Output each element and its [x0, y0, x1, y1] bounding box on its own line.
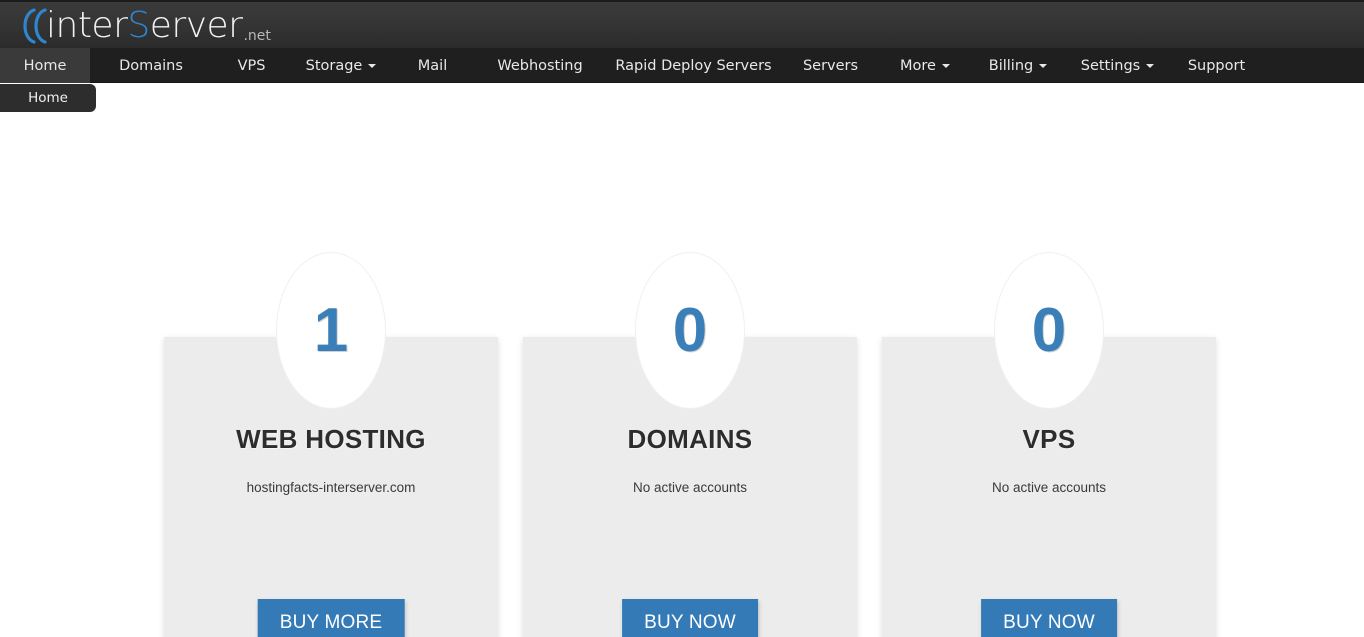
chevron-down-icon — [941, 63, 950, 68]
logo-text-erver: erver — [149, 5, 243, 46]
nav-item-label: Home — [23, 57, 67, 74]
nav-item-label: Servers — [802, 57, 859, 74]
logo-arcs-icon — [14, 6, 48, 46]
nav-item-label: Domains — [119, 57, 183, 74]
nav-item-vps[interactable]: VPS — [212, 48, 291, 83]
card-title-vps: VPS — [1022, 424, 1076, 454]
nav-item-storage[interactable]: Storage — [291, 48, 391, 83]
logo-text-s: S — [127, 5, 150, 46]
interserver-logo[interactable]: inter S erver .net — [14, 3, 271, 48]
nav-item-label: VPS — [237, 57, 266, 74]
nav-item-label: Settings — [1080, 57, 1141, 74]
card-subtitle-web-hosting: hostingfacts-interserver.com — [246, 480, 416, 495]
dashboard-cards: WEB HOSTING hostingfacts-interserver.com B… — [0, 115, 1364, 637]
chevron-down-icon — [1146, 63, 1155, 68]
main-navigation: Home Domains VPS Storage Mail Webhosting Rapid… — [0, 48, 1364, 83]
nav-item-servers[interactable]: Servers — [781, 48, 880, 83]
nav-item-home[interactable]: Home — [0, 48, 90, 83]
logo-text-inter: inter — [46, 5, 128, 46]
count-bubble-vps: 0 — [995, 253, 1103, 408]
buy-button-domains[interactable]: BUY NOW — [622, 599, 758, 637]
nav-item-rapid-deploy-servers[interactable]: Rapid Deploy Servers — [606, 48, 781, 83]
nav-item-label: Support — [1187, 57, 1246, 74]
card-title-domains: DOMAINS — [627, 424, 753, 454]
buy-button-web-hosting[interactable]: BUY MORE — [257, 599, 405, 637]
breadcrumb: Home — [0, 83, 1364, 115]
card-title-web-hosting: WEB HOSTING — [236, 424, 426, 454]
nav-item-billing[interactable]: Billing — [970, 48, 1066, 83]
header-bar: inter S erver .net — [0, 0, 1364, 48]
nav-item-label: Mail — [417, 57, 448, 74]
nav-item-settings[interactable]: Settings — [1066, 48, 1169, 83]
nav-item-webhosting[interactable]: Webhosting — [474, 48, 606, 83]
card-subtitle-vps: No active accounts — [991, 480, 1107, 495]
logo-text-tld: .net — [243, 28, 271, 44]
count-bubble-domains: 0 — [636, 253, 744, 408]
nav-item-support[interactable]: Support — [1169, 48, 1264, 83]
nav-item-label: More — [900, 57, 936, 74]
card-subtitle-domains: No active accounts — [632, 480, 748, 495]
nav-item-label: Storage — [305, 57, 363, 74]
breadcrumb-item-home[interactable]: Home — [0, 84, 96, 112]
nav-item-label: Billing — [988, 57, 1034, 74]
count-value-web-hosting: 1 — [313, 295, 349, 365]
nav-item-domains[interactable]: Domains — [90, 48, 212, 83]
nav-item-label: Webhosting — [497, 57, 583, 74]
chevron-down-icon — [368, 63, 377, 68]
count-value-domains: 0 — [672, 295, 708, 365]
nav-item-mail[interactable]: Mail — [391, 48, 474, 83]
nav-item-more[interactable]: More — [880, 48, 970, 83]
nav-item-label: Rapid Deploy Servers — [615, 57, 772, 74]
buy-button-vps[interactable]: BUY NOW — [981, 599, 1117, 637]
count-value-vps: 0 — [1031, 295, 1067, 365]
count-bubble-web-hosting: 1 — [277, 253, 385, 408]
chevron-down-icon — [1039, 63, 1048, 68]
